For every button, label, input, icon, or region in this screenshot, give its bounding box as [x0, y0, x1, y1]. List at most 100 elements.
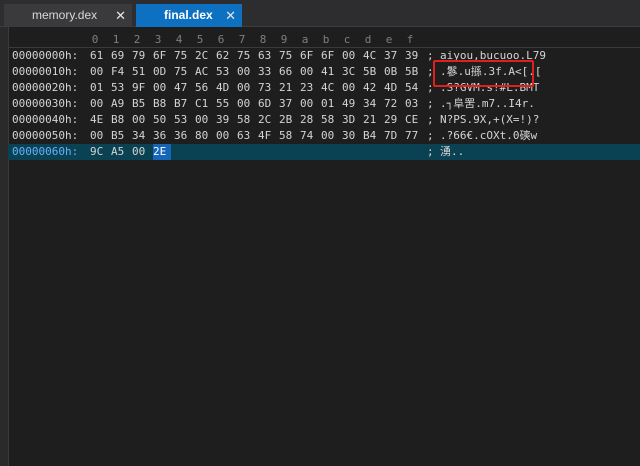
hex-byte[interactable]: 75	[237, 48, 255, 64]
hex-byte[interactable]: 5B	[405, 64, 423, 80]
hex-byte[interactable]: 4E	[90, 112, 108, 128]
hex-byte[interactable]: 51	[132, 64, 150, 80]
hex-byte[interactable]: 58	[237, 112, 255, 128]
tab-memory-dex[interactable]: memory.dex ✕	[4, 4, 132, 27]
hex-byte[interactable]: 61	[90, 48, 108, 64]
hex-byte[interactable]: 00	[90, 96, 108, 112]
hex-byte[interactable]: 00	[153, 80, 171, 96]
hex-byte[interactable]: 55	[216, 96, 234, 112]
hex-byte[interactable]: 4C	[321, 80, 339, 96]
hex-byte[interactable]: 01	[321, 96, 339, 112]
hex-byte[interactable]: 37	[384, 48, 402, 64]
hex-byte[interactable]: 58	[279, 128, 297, 144]
hex-byte[interactable]: A5	[111, 144, 129, 160]
hex-byte[interactable]: A9	[111, 96, 129, 112]
hex-byte[interactable]: 21	[279, 80, 297, 96]
hex-row[interactable]: 00000060h: 9C A5 00 2E; 湧..	[8, 144, 640, 160]
hex-byte[interactable]: 2B	[279, 112, 297, 128]
hex-byte[interactable]: 66	[279, 64, 297, 80]
hex-byte[interactable]: AC	[195, 64, 213, 80]
hex-byte[interactable]: 00	[237, 64, 255, 80]
hex-byte[interactable]: B8	[153, 96, 171, 112]
hex-byte[interactable]: 6D	[258, 96, 276, 112]
hex-byte[interactable]: F4	[111, 64, 129, 80]
hex-byte[interactable]: 6F	[300, 48, 318, 64]
hex-byte[interactable]: 0B	[384, 64, 402, 80]
hex-byte[interactable]: 63	[258, 48, 276, 64]
hex-row[interactable]: 00000030h: 00 A9 B5 B8 B7 C1 55 00 6D 37 00 01 49 34 72…	[8, 96, 640, 112]
hex-byte[interactable]: 00	[237, 80, 255, 96]
hex-byte[interactable]: 7D	[384, 128, 402, 144]
hex-row[interactable]: 00000020h: 01 53 9F 00 47 56 4D 00 73 21 23 4C 00 42 4D…	[8, 80, 640, 96]
hex-byte[interactable]: 00	[237, 96, 255, 112]
hex-byte[interactable]: 03	[405, 96, 423, 112]
hex-byte[interactable]: 53	[111, 80, 129, 96]
hex-byte[interactable]: 00	[216, 128, 234, 144]
hex-byte[interactable]: 63	[237, 128, 255, 144]
hex-byte[interactable]: 41	[321, 64, 339, 80]
hex-byte[interactable]: 50	[153, 112, 171, 128]
hex-byte[interactable]: 3C	[342, 64, 360, 80]
hex-byte[interactable]: 00	[132, 144, 150, 160]
hex-byte[interactable]: 21	[363, 112, 381, 128]
hex-row[interactable]: 00000050h: 00 B5 34 36 36 80 00 63 4F 58 74 00 30 B4 7D…	[8, 128, 640, 144]
hex-byte[interactable]: B4	[363, 128, 381, 144]
hex-byte[interactable]: B5	[132, 96, 150, 112]
hex-byte[interactable]: 2C	[258, 112, 276, 128]
hex-byte[interactable]: 00	[300, 64, 318, 80]
hex-byte[interactable]: 6F	[153, 48, 171, 64]
hex-byte[interactable]: 00	[90, 128, 108, 144]
hex-byte[interactable]: 77	[405, 128, 423, 144]
hex-byte[interactable]: 01	[90, 80, 108, 96]
hex-byte[interactable]: 75	[174, 48, 192, 64]
hex-byte[interactable]: 36	[153, 128, 171, 144]
hex-byte[interactable]: C1	[195, 96, 213, 112]
hex-byte[interactable]: 30	[342, 128, 360, 144]
hex-byte[interactable]: 0D	[153, 64, 171, 80]
hex-byte[interactable]: 80	[195, 128, 213, 144]
hex-byte[interactable]: 75	[174, 64, 192, 80]
hex-byte[interactable]: 53	[174, 112, 192, 128]
ascii-text[interactable]: .┐阜罟.m7..I4r.	[440, 96, 535, 112]
hex-byte[interactable]: 00	[342, 48, 360, 64]
hex-byte[interactable]: 2C	[195, 48, 213, 64]
hex-byte[interactable]: 23	[300, 80, 318, 96]
hex-byte[interactable]: 28	[300, 112, 318, 128]
hex-byte[interactable]: 56	[195, 80, 213, 96]
close-icon[interactable]: ✕	[115, 4, 126, 27]
hex-byte[interactable]: 75	[279, 48, 297, 64]
hex-byte[interactable]: 72	[384, 96, 402, 112]
hex-byte[interactable]: 00	[300, 96, 318, 112]
hex-byte[interactable]: 37	[279, 96, 297, 112]
hex-byte[interactable]: 34	[132, 128, 150, 144]
hex-byte[interactable]: B7	[174, 96, 192, 112]
hex-byte[interactable]: 47	[174, 80, 192, 96]
hex-byte[interactable]: 9F	[132, 80, 150, 96]
hex-byte[interactable]: 9C	[90, 144, 108, 160]
ascii-text[interactable]: 湧..	[440, 144, 464, 160]
hex-byte[interactable]: 58	[321, 112, 339, 128]
hex-byte[interactable]: 4C	[363, 48, 381, 64]
hex-byte[interactable]: 4D	[384, 80, 402, 96]
hex-byte[interactable]: 39	[216, 112, 234, 128]
hex-editor[interactable]: 0123456789abcdef 00000000h: 61 69 79 6F 75 2C 6…	[0, 27, 640, 466]
hex-byte[interactable]: 73	[258, 80, 276, 96]
hex-byte[interactable]: 29	[384, 112, 402, 128]
hex-byte[interactable]: B5	[111, 128, 129, 144]
ascii-text[interactable]: .?66€.cOXt.0磢w	[440, 128, 537, 144]
hex-byte[interactable]: 4F	[258, 128, 276, 144]
close-icon[interactable]: ✕	[225, 4, 236, 27]
hex-byte[interactable]: 36	[174, 128, 192, 144]
hex-row[interactable]: 00000010h: 00 F4 51 0D 75 AC 53 00 33 66 00 41 3C 5B 0B…	[8, 64, 640, 80]
hex-byte[interactable]: CE	[405, 112, 423, 128]
hex-byte[interactable]: 00	[90, 64, 108, 80]
hex-byte[interactable]: 5B	[363, 64, 381, 80]
hex-byte[interactable]: 34	[363, 96, 381, 112]
hex-byte[interactable]: 69	[111, 48, 129, 64]
hex-byte[interactable]: 3D	[342, 112, 360, 128]
hex-byte[interactable]: 39	[405, 48, 423, 64]
hex-row[interactable]: 00000040h: 4E B8 00 50 53 00 39 58 2C 2B 28 58 3D 21 29…	[8, 112, 640, 128]
hex-byte[interactable]: 00	[132, 112, 150, 128]
hex-byte[interactable]: 00	[321, 128, 339, 144]
hex-byte[interactable]: 42	[363, 80, 381, 96]
